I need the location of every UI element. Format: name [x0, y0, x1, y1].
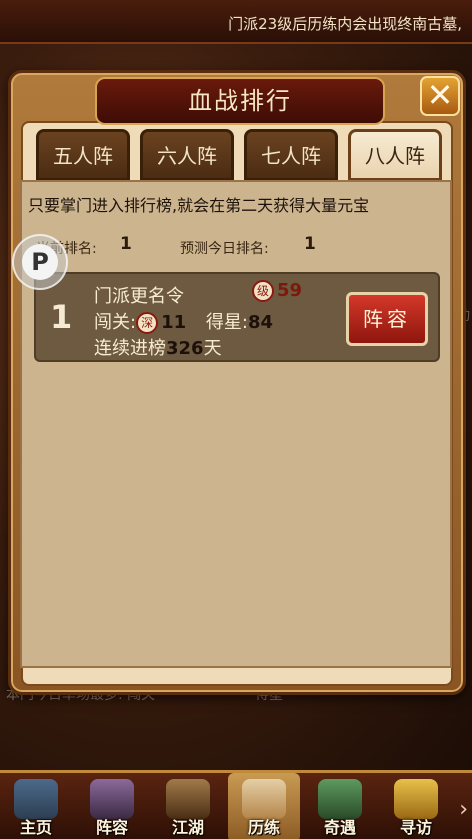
lineup-button[interactable]: 阵容 [346, 292, 428, 346]
nav-item-home[interactable]: 主页 [0, 773, 72, 839]
nav-item-lineup[interactable]: 阵容 [76, 773, 148, 839]
streak-value: 326 [166, 338, 204, 359]
chevron-right-icon[interactable]: › [459, 797, 468, 822]
entry-sect-name: 门派更名令 [94, 286, 184, 307]
nav-item-jianghu[interactable]: 江湖 [152, 773, 224, 839]
jianghu-icon [166, 779, 210, 819]
tab-seven-formation[interactable]: 七人阵 [244, 129, 338, 181]
entry-level: 级 59 [252, 280, 302, 302]
predicted-rank-value: 1 [304, 234, 316, 254]
streak-unit: 天 [203, 338, 222, 359]
encounter-icon [318, 779, 362, 819]
stage-value: 11 [161, 312, 187, 333]
nav-item-encounter[interactable]: 奇遇 [304, 773, 376, 839]
close-button[interactable]: ✕ [420, 76, 460, 116]
ranking-entry: 1 门派更名令 级 59 闯关: 深 11 得星:84 连续进榜326天 阵容 [34, 272, 440, 362]
close-icon: ✕ [426, 76, 454, 114]
reward-notice: 只要掌门进入排行榜,就会在第二天获得大量元宝 [28, 196, 370, 215]
dialog-title-banner: 血战排行 [95, 77, 385, 125]
nav-item-visit[interactable]: 寻访 [380, 773, 452, 839]
tab-eight-formation[interactable]: 八人阵 [348, 129, 442, 181]
level-badge-icon: 级 [252, 280, 274, 302]
home-icon [14, 779, 58, 819]
entry-stats: 闯关: 深 11 得星:84 [94, 308, 273, 334]
visit-icon [394, 779, 438, 819]
nav-label-visit: 寻访 [399, 818, 432, 837]
training-icon [242, 779, 286, 819]
nav-item-training[interactable]: 历练 [228, 773, 300, 839]
nav-label-home: 主页 [19, 818, 52, 837]
announcement-bar: 门派23级后历练内会出现终南古墓, [0, 0, 472, 44]
nav-label-jianghu: 江湖 [171, 818, 204, 837]
nav-label-training: 历练 [247, 818, 280, 837]
nav-label-encounter: 奇遇 [323, 818, 356, 837]
nav-label-lineup: 阵容 [95, 818, 128, 837]
entry-streak: 连续进榜326天 [94, 334, 222, 360]
announcement-text: 门派23级后历练内会出现终南古墓, [228, 15, 462, 33]
lineup-icon [90, 779, 134, 819]
bottom-navigation: 主页 阵容 江湖 历练 奇遇 寻访 › [0, 770, 472, 839]
dialog-title: 血战排行 [188, 87, 292, 115]
level-value: 59 [277, 280, 303, 301]
stage-depth-icon: 深 [136, 312, 159, 334]
entry-rank: 1 [50, 298, 73, 336]
predicted-rank-label: 预测今日排名: [180, 241, 269, 257]
tab-six-formation[interactable]: 六人阵 [140, 129, 234, 181]
stage-label: 闯关: [94, 312, 137, 333]
ranking-content: 只要掌门进入排行榜,就会在第二天获得大量元宝 当前排名: 1 预测今日排名: 1… [20, 180, 452, 668]
tab-five-formation[interactable]: 五人阵 [36, 129, 130, 181]
stars-label: 得星: [205, 312, 248, 333]
p-logo-icon: P [22, 244, 58, 280]
stars-value: 84 [247, 312, 274, 333]
streak-label: 连续进榜 [94, 338, 166, 359]
current-rank-value: 1 [120, 234, 132, 254]
floating-assistant-widget[interactable]: P [12, 234, 68, 290]
